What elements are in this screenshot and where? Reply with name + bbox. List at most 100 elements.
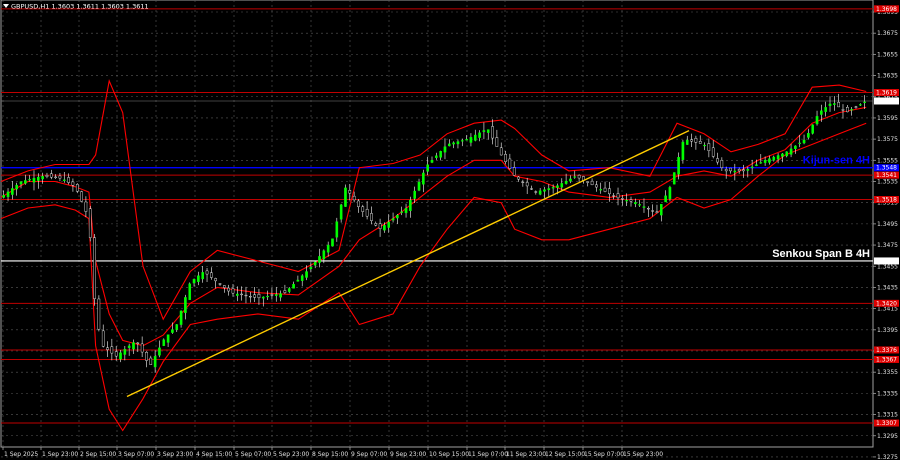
candle-body xyxy=(62,179,66,181)
candle-body xyxy=(837,102,840,108)
candle-body xyxy=(357,200,360,207)
candle-body xyxy=(378,223,382,229)
candle-body xyxy=(729,167,732,172)
y-tick-label: 1.3535 xyxy=(877,179,898,186)
candle-body xyxy=(374,223,378,226)
candle-body xyxy=(789,148,793,155)
level-tag-label: 1.3518 xyxy=(876,197,897,204)
candle-body xyxy=(634,202,637,205)
y-tick-label: 1.3495 xyxy=(877,221,898,228)
y-tick-label: 1.3595 xyxy=(877,115,898,122)
candle-body xyxy=(370,213,373,221)
candle-body xyxy=(110,346,114,354)
candle-body xyxy=(465,139,468,141)
candle-body xyxy=(846,107,849,113)
x-tick-label: 4 Sep 15:00 xyxy=(196,451,232,458)
candle-body xyxy=(270,294,274,296)
x-tick-label: 12 Sep 15:00 xyxy=(545,451,585,458)
price-chart[interactable]: Kijun-sen 4HSenkou Span B 4H 1.36951.367… xyxy=(0,0,900,460)
candle-body xyxy=(409,199,412,211)
candle-body xyxy=(460,140,464,142)
candle-body xyxy=(305,271,308,278)
candle-body xyxy=(435,155,438,158)
candle-body xyxy=(517,176,520,180)
candle-body xyxy=(417,181,421,191)
candle-body xyxy=(556,185,559,188)
level-tag-label: 1.3460 xyxy=(876,258,897,265)
candle-body xyxy=(608,188,611,195)
candle-body xyxy=(166,334,170,343)
candle-body xyxy=(426,164,429,172)
y-tick-label: 1.3655 xyxy=(877,51,898,58)
candle-body xyxy=(41,176,44,180)
candle-body xyxy=(331,238,334,247)
x-tick-label: 3 Sep 07:00 xyxy=(118,451,154,458)
candle-body xyxy=(214,278,217,282)
candle-body xyxy=(439,151,442,158)
candle-body xyxy=(240,293,243,296)
x-tick-label: 15 Sep 07:00 xyxy=(584,451,624,458)
candle-body xyxy=(383,225,386,231)
candle-body xyxy=(430,160,434,163)
candle-body xyxy=(820,110,823,115)
candle-body xyxy=(858,104,862,106)
candle-body xyxy=(828,103,832,106)
candle-body xyxy=(664,195,667,203)
candle-body xyxy=(781,153,784,157)
candle-body xyxy=(400,211,404,213)
level-tag-label: 1.3698 xyxy=(876,6,897,13)
candle-body xyxy=(811,124,815,134)
x-tick-label: 8 Sep 15:00 xyxy=(312,451,348,458)
candle-body xyxy=(171,329,174,333)
candle-body xyxy=(2,195,6,198)
candle-body xyxy=(84,201,88,212)
candle-body xyxy=(67,177,70,183)
candle-body xyxy=(504,153,507,162)
candle-body xyxy=(841,109,845,111)
candle-body xyxy=(344,187,347,207)
y-tick-label: 1.3575 xyxy=(877,136,898,143)
candle-body xyxy=(651,210,654,212)
y-tick-label: 1.3275 xyxy=(877,454,898,460)
candle-body xyxy=(469,137,473,143)
candle-body xyxy=(296,279,300,282)
candle-body xyxy=(815,116,819,125)
candle-body xyxy=(833,103,836,105)
x-tick-label: 10 Sep 15:00 xyxy=(429,451,469,458)
candle-body xyxy=(11,188,14,195)
symbol-label: GBPUSD,H1 1.3603 1.3611 1.3603 1.3611 xyxy=(11,3,149,11)
candle-body xyxy=(616,193,620,199)
current-price-label: 1.3611 xyxy=(876,98,897,105)
level-tag-label: 1.3376 xyxy=(876,347,897,354)
candle-body xyxy=(287,288,291,292)
candle-body xyxy=(313,261,317,266)
candle-body xyxy=(387,221,391,228)
candle-body xyxy=(495,137,499,147)
candle-body xyxy=(802,139,806,144)
candle-body xyxy=(54,176,57,178)
candle-body xyxy=(75,184,79,192)
y-tick-label: 1.3435 xyxy=(877,284,898,291)
candle-body xyxy=(659,204,663,216)
candle-body xyxy=(694,138,698,143)
candle-body xyxy=(266,295,269,298)
candle-body xyxy=(798,142,802,144)
candle-body xyxy=(279,293,282,298)
candle-body xyxy=(720,159,724,168)
candle-body xyxy=(32,177,36,183)
candle-body xyxy=(625,199,628,202)
candle-body xyxy=(737,169,741,172)
x-tick-label: 11 Sep 07:00 xyxy=(468,451,508,458)
candle-body xyxy=(318,256,321,263)
candle-body xyxy=(127,345,131,348)
candle-body xyxy=(244,294,248,297)
candle-body xyxy=(746,169,750,171)
candle-body xyxy=(361,206,365,212)
candle-body xyxy=(45,175,49,177)
candle-body xyxy=(538,190,542,195)
candle-body xyxy=(543,189,546,192)
candle-body xyxy=(184,297,187,313)
y-tick-label: 1.3355 xyxy=(877,369,898,376)
candle-body xyxy=(486,129,490,133)
candle-body xyxy=(339,204,343,220)
